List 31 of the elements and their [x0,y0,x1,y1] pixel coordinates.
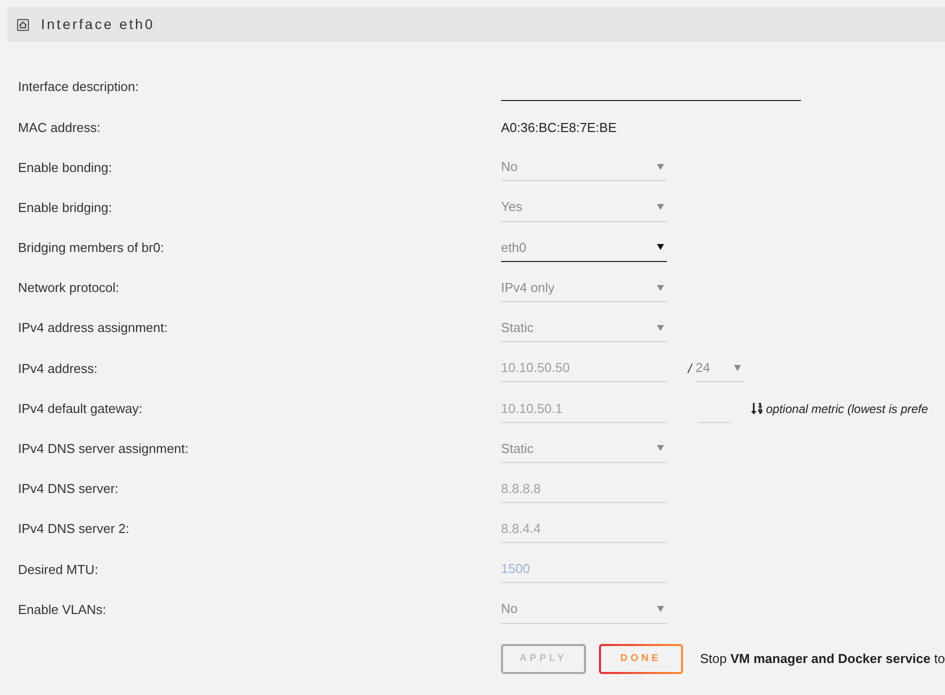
mac-address-value: A0:36:BC:E8:7E:BE [501,118,617,137]
prefix-separator: / [688,360,692,378]
network-icon [17,18,29,30]
caret-icon [657,164,664,170]
caret-icon [657,284,664,291]
field-label: IPv4 DNS server: [18,480,118,498]
field-label: IPv4 address assignment: [18,319,168,338]
sort-numeric-icon [751,402,763,416]
field-label: Interface description: [18,78,139,96]
caret-icon [657,445,664,452]
caret-icon [657,244,664,250]
field-label: IPv4 default gateway: [18,400,142,418]
field-label: IPv4 address: [18,360,98,378]
metric-hint: optional metric (lowest is prefe [766,400,928,418]
select-field[interactable]: eth0 [501,234,667,262]
caret-icon [657,324,664,331]
caret-icon [657,606,664,612]
field-label: Bridging members of br0: [18,239,164,258]
field-label: MAC address: [18,118,100,137]
field-label: IPv4 DNS server assignment: [18,440,189,458]
done-button[interactable]: DONE [598,644,683,674]
field-label: Enable bridging: [18,198,112,217]
field-label: Enable bonding: [18,158,112,177]
field-label: Network protocol: [18,279,120,298]
section-title: Interface eth0 [41,15,155,34]
service-note: Stop VM manager and Docker service to [700,650,945,668]
field-label: Desired MTU: [18,560,98,579]
caret-icon [734,364,741,371]
field-label: IPv4 DNS server 2: [18,520,130,538]
caret-icon [657,204,664,210]
field-label: Enable VLANs: [18,600,106,619]
